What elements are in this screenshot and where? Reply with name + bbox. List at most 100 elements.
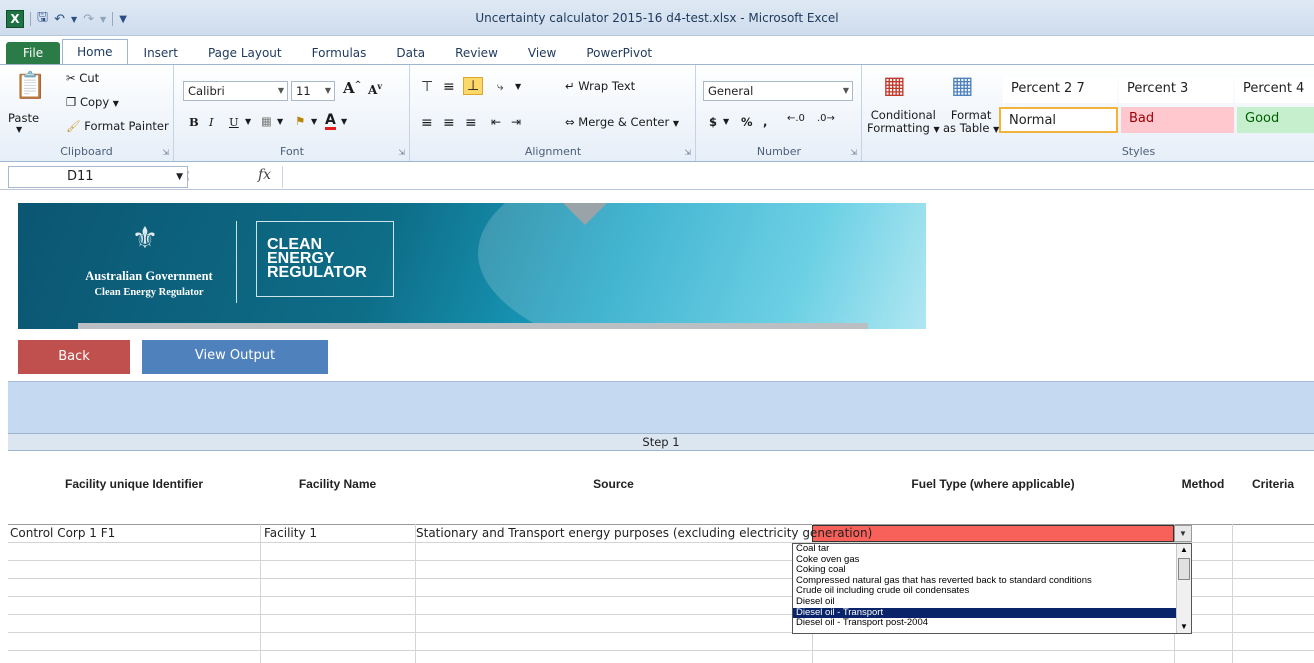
orientation-icon[interactable]: ⤷ [497,79,503,94]
list-item[interactable]: Crude oil including crude oil condensate… [793,586,1176,597]
copy-label: Copy [79,95,110,109]
currency-dropdown-icon[interactable]: ▼ [723,117,729,126]
dialog-launcher-icon[interactable]: ⇲ [398,148,405,157]
copy-button[interactable]: ❐ Copy ▼ [66,95,119,109]
group-label: Alignment [524,145,582,158]
merge-center-label: Merge & Center [578,115,670,129]
borders-dropdown-icon[interactable]: ▼ [277,117,283,126]
formula-input[interactable] [282,166,1314,188]
merge-dropdown-icon: ▼ [672,119,679,128]
tab-powerpivot[interactable]: PowerPivot [572,42,666,64]
align-right-icon[interactable]: ≡ [465,115,477,131]
list-scrollbar[interactable]: ▲ ▼ [1176,544,1191,633]
scroll-thumb[interactable] [1178,558,1190,580]
ribbon-tabs: File Home Insert Page Layout Formulas Da… [0,38,1314,64]
fill-color-dropdown-icon[interactable]: ▼ [311,117,317,126]
view-output-button[interactable]: View Output [142,340,328,374]
font-color-dropdown-icon[interactable]: ▼ [341,117,347,126]
orientation-dropdown-icon[interactable]: ▼ [515,82,521,91]
tab-insert[interactable]: Insert [130,42,192,64]
name-box-value: D11 [67,169,94,184]
format-painter-button[interactable]: 🖌 Format Painter [66,119,169,133]
conditional-formatting-button[interactable]: Conditional Formatting ▼ [867,109,940,136]
name-box[interactable]: D11 ▼ [8,166,188,188]
underline-button[interactable]: U [229,115,239,129]
font-size-select[interactable]: 11 ▼ [291,81,335,101]
scroll-down-icon[interactable]: ▼ [1178,621,1190,633]
dropdown-arrow-icon[interactable]: ▼ [1174,525,1192,542]
list-item[interactable]: Coke oven gas [793,554,1176,566]
align-center-icon[interactable]: ≡ [443,115,455,131]
align-left-icon[interactable]: ≡ [421,115,433,131]
style-percent-2-7[interactable]: Percent 2 7 [1003,77,1117,103]
list-item[interactable]: Diesel oil - Transport post-2004 [793,618,1176,629]
group-label: Styles [1121,145,1156,158]
cut-label: Cut [79,71,100,85]
decrease-decimal-icon[interactable]: .0→ [817,113,835,124]
merge-center-button[interactable]: ⇔ Merge & Center ▼ [565,115,679,129]
dialog-launcher-icon[interactable]: ⇲ [162,148,169,157]
fill-color-icon[interactable]: ⚑ [295,114,305,128]
cell-source[interactable]: Stationary and Transport energy purposes… [416,526,873,540]
dialog-launcher-icon[interactable]: ⇲ [850,148,857,157]
format-as-table-button[interactable]: Format as Table ▼ [943,109,999,136]
cell-facility-id[interactable]: Control Corp 1 F1 [10,526,115,540]
currency-button[interactable]: $ [709,115,717,129]
align-top-icon[interactable]: ⊤ [421,79,433,95]
tab-formulas[interactable]: Formulas [298,42,381,64]
banner-triangle [563,203,607,225]
borders-icon[interactable]: ▦ [261,114,272,128]
header-criteria: Criteria [1251,477,1295,491]
decrease-indent-icon[interactable]: ⇤ [491,115,501,129]
list-item[interactable]: Coal tar [793,544,1176,555]
align-bottom-icon[interactable]: ⊥ [463,77,484,95]
comma-button[interactable]: , [763,115,767,129]
cut-button[interactable]: ✂ Cut [66,71,99,85]
conditional-formatting-label-1: Conditional [870,108,936,122]
tab-data[interactable]: Data [382,42,439,64]
style-percent-4[interactable]: Percent 4 [1235,77,1314,103]
italic-button[interactable]: I [209,115,214,129]
paste-dropdown-icon[interactable]: ▼ [16,125,22,134]
style-normal[interactable]: Normal [999,107,1118,133]
clipboard-group: 📋 Paste ▼ ✂ Cut ❐ Copy ▼ 🖌 Format Painte… [0,65,174,161]
tab-home[interactable]: Home [62,39,128,64]
align-middle-icon[interactable]: ≡ [443,79,455,95]
bold-button[interactable]: B [189,115,199,129]
conditional-formatting-icon: ▦ [883,71,906,99]
grid-line [260,524,261,663]
font-name-select[interactable]: Calibri ▼ [183,81,288,101]
blue-band [8,381,1314,433]
percent-button[interactable]: % [741,115,753,129]
insert-function-icon[interactable]: fx [258,167,271,183]
increase-decimal-icon[interactable]: ←.0 [787,113,805,124]
paste-button[interactable]: Paste [8,111,39,125]
tab-view[interactable]: View [514,42,570,64]
group-label: Font [280,145,304,158]
styles-group: ▦ Conditional Formatting ▼ ▦ Format as T… [863,65,1314,161]
paste-icon[interactable]: 📋 [14,71,46,101]
increase-indent-icon[interactable]: ⇥ [511,115,521,129]
banner-swoosh [478,203,926,329]
style-bad[interactable]: Bad [1121,107,1234,133]
cer-banner: ⚜ Australian Government Clean Energy Reg… [18,203,926,329]
tab-page-layout[interactable]: Page Layout [194,42,296,64]
style-percent-3[interactable]: Percent 3 [1119,77,1233,103]
shrink-font-button[interactable]: Av [368,81,382,97]
scroll-up-icon[interactable]: ▲ [1178,544,1190,556]
dialog-launcher-icon[interactable]: ⇲ [684,148,691,157]
cell-facility-name[interactable]: Facility 1 [264,526,317,540]
underline-dropdown-icon[interactable]: ▼ [245,117,251,126]
grow-font-button[interactable]: A^ [343,79,361,97]
wrap-text-button[interactable]: ↵ Wrap Text [565,79,635,93]
fuel-type-dropdown-list[interactable]: Coal tar Coke oven gas Coking coal Compr… [792,543,1192,634]
worksheet: ⚜ Australian Government Clean Energy Reg… [0,191,1314,663]
wrap-text-label: Wrap Text [578,79,636,93]
font-color-button[interactable]: A [325,113,336,130]
tab-file[interactable]: File [6,42,61,64]
tab-review[interactable]: Review [441,42,512,64]
back-button[interactable]: Back [18,340,130,374]
list-item[interactable]: Diesel oil [793,596,1176,608]
number-format-select[interactable]: General ▼ [703,81,853,101]
style-good[interactable]: Good [1237,107,1314,133]
